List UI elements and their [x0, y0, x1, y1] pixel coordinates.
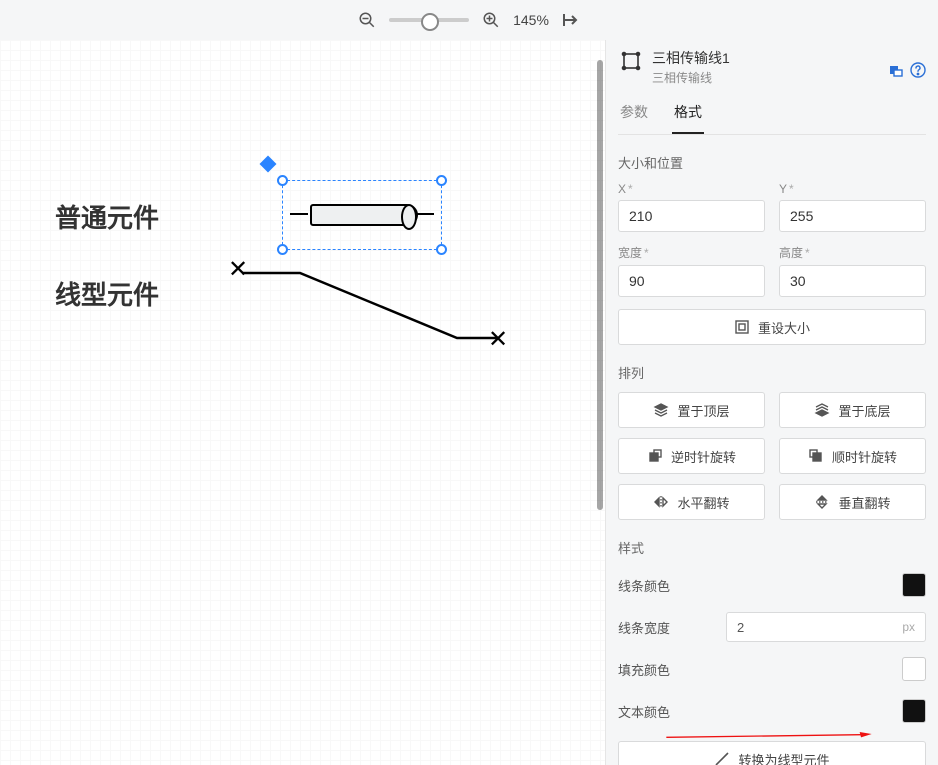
fill-color-label: 填充颜色: [618, 660, 902, 679]
width-input[interactable]: [618, 265, 765, 297]
fit-width-icon[interactable]: [559, 8, 583, 32]
resize-handle-bl[interactable]: [277, 244, 288, 255]
flip-v-icon: [814, 494, 830, 510]
height-input[interactable]: [779, 265, 926, 297]
stroke-color-label: 线条颜色: [618, 576, 902, 595]
help-icon[interactable]: [910, 62, 926, 78]
zoom-out-icon[interactable]: [355, 8, 379, 32]
component-title: 三相传输线1: [652, 48, 880, 68]
x-input[interactable]: [618, 200, 765, 232]
send-back-icon: [814, 402, 830, 418]
component-type-icon: [618, 48, 644, 74]
y-input[interactable]: [779, 200, 926, 232]
transmission-line-body: [310, 204, 418, 226]
reset-icon: [734, 319, 750, 335]
selected-component[interactable]: [282, 180, 442, 250]
y-label: Y*: [779, 182, 926, 196]
reset-size-button[interactable]: 重设大小: [618, 309, 926, 345]
width-label: 宽度*: [618, 244, 765, 261]
bring-front-button[interactable]: 置于顶层: [618, 392, 765, 428]
rotate-handle[interactable]: [260, 156, 277, 173]
bring-front-icon: [653, 402, 669, 418]
property-tabs: 参数 格式: [618, 94, 926, 135]
canvas[interactable]: 普通元件 线型元件 ✕ ✕: [0, 40, 605, 765]
canvas-label-normal: 普通元件: [55, 198, 159, 235]
resize-handle-br[interactable]: [436, 244, 447, 255]
line-endpoint-x-icon[interactable]: ✕: [228, 258, 248, 282]
text-color-label: 文本颜色: [618, 702, 902, 721]
stroke-width-label: 线条宽度: [618, 618, 726, 637]
zoom-slider[interactable]: [389, 18, 469, 22]
section-size-position: 大小和位置: [618, 153, 926, 172]
rotate-ccw-icon: [647, 448, 663, 464]
section-style: 样式: [618, 538, 926, 557]
tab-params[interactable]: 参数: [618, 94, 650, 134]
link-icon[interactable]: [888, 62, 904, 78]
stroke-width-input[interactable]: 2 px: [726, 612, 926, 642]
resize-handle-tl[interactable]: [277, 175, 288, 186]
canvas-label-line: 线型元件: [55, 275, 159, 312]
line-icon: [714, 751, 730, 765]
rotate-cw-icon: [808, 448, 824, 464]
flip-h-icon: [653, 494, 669, 510]
tab-format[interactable]: 格式: [672, 94, 704, 134]
flip-h-button[interactable]: 水平翻转: [618, 484, 765, 520]
annotation-arrow: [615, 732, 923, 740]
zoom-percent[interactable]: 145%: [513, 12, 549, 28]
rotate-cw-button[interactable]: 顺时针旋转: [779, 438, 926, 474]
properties-panel: 三相传输线1 三相传输线 参数 格式 大小和位置 X* Y: [605, 40, 938, 765]
line-endpoint-x-icon[interactable]: ✕: [488, 328, 508, 352]
resize-handle-tr[interactable]: [436, 175, 447, 186]
stroke-color-swatch[interactable]: [902, 573, 926, 597]
height-label: 高度*: [779, 244, 926, 261]
fill-color-swatch[interactable]: [902, 657, 926, 681]
section-arrange: 排列: [618, 363, 926, 382]
terminal-right[interactable]: [416, 213, 434, 215]
rotate-ccw-button[interactable]: 逆时针旋转: [618, 438, 765, 474]
zoom-in-icon[interactable]: [479, 8, 503, 32]
canvas-scrollbar[interactable]: [597, 60, 603, 510]
x-label: X*: [618, 182, 765, 196]
flip-v-button[interactable]: 垂直翻转: [779, 484, 926, 520]
component-subtitle: 三相传输线: [652, 69, 880, 86]
line-component[interactable]: [232, 263, 512, 348]
zoom-toolbar: 145%: [0, 0, 938, 40]
convert-to-line-button[interactable]: 转换为线型元件: [618, 741, 926, 765]
terminal-left[interactable]: [290, 213, 308, 215]
send-back-button[interactable]: 置于底层: [779, 392, 926, 428]
text-color-swatch[interactable]: [902, 699, 926, 723]
